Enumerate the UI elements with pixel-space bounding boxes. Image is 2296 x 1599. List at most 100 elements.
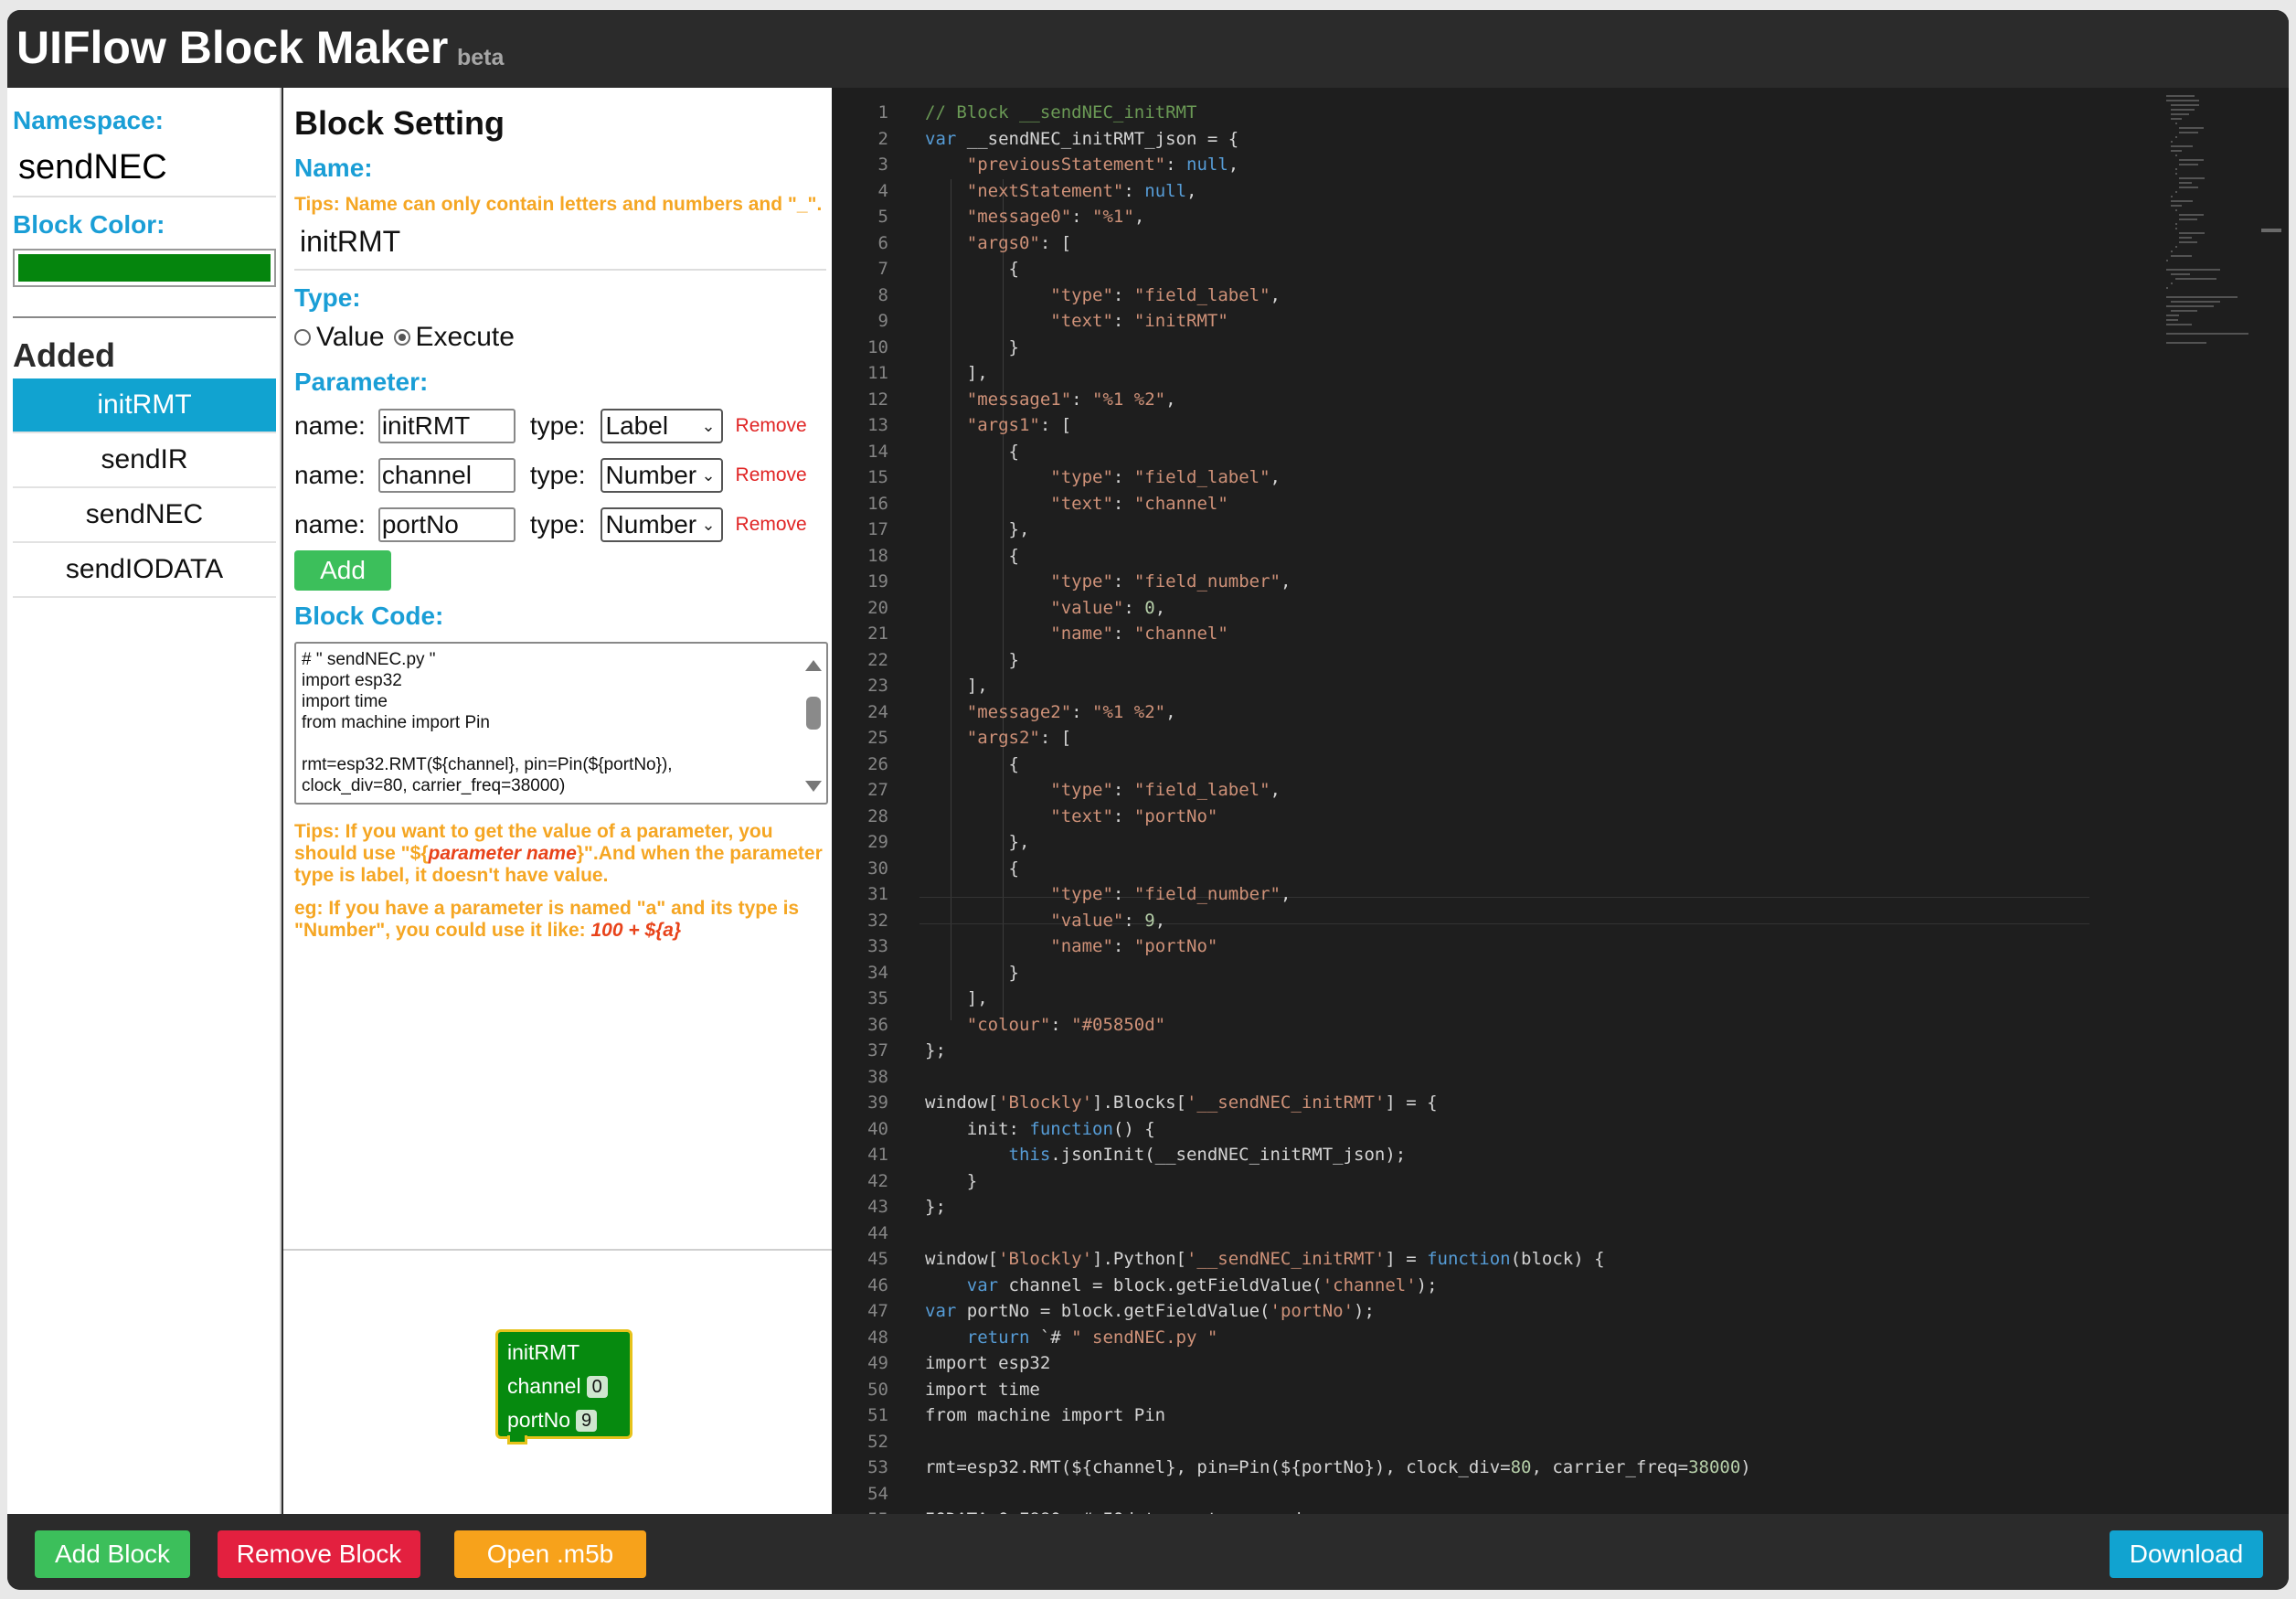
code-line[interactable]: "args1": [ <box>925 412 1751 439</box>
param-name-label: name: <box>294 411 366 440</box>
code-line[interactable]: "type": "field_label", <box>925 282 1751 309</box>
code-line[interactable]: "value": 0, <box>925 595 1751 622</box>
code-line[interactable] <box>925 1221 1751 1247</box>
remove-param-link[interactable]: Remove <box>736 514 807 536</box>
minimap-scroll-indicator[interactable] <box>2261 229 2281 232</box>
code-line[interactable]: window['Blockly'].Blocks['__sendNEC_init… <box>925 1090 1751 1116</box>
code-line[interactable]: } <box>925 335 1751 361</box>
scroll-thumb[interactable] <box>806 697 821 730</box>
code-line[interactable]: "text": "initRMT" <box>925 308 1751 335</box>
code-scrollbar[interactable] <box>804 651 823 797</box>
scroll-down-icon[interactable] <box>805 781 822 792</box>
code-line[interactable]: window['Blockly'].Python['__sendNEC_init… <box>925 1246 1751 1273</box>
param-name-input[interactable] <box>377 409 516 443</box>
code-line[interactable]: "name": "channel" <box>925 621 1751 647</box>
code-line[interactable]: import time <box>925 1377 1751 1403</box>
code-line[interactable]: ], <box>925 360 1751 387</box>
remove-param-link[interactable]: Remove <box>736 415 807 437</box>
block-item-initrmt[interactable]: initRMT <box>13 378 276 433</box>
code-line[interactable]: rmt=esp32.RMT(${channel}, pin=Pin(${port… <box>925 1455 1751 1481</box>
code-line[interactable]: "text": "portNo" <box>925 804 1751 830</box>
code-line[interactable]: "value": 9, <box>925 908 1751 934</box>
remove-param-link[interactable]: Remove <box>736 464 807 486</box>
code-line[interactable]: "message1": "%1 %2", <box>925 387 1751 413</box>
code-line[interactable]: var __sendNEC_initRMT_json = { <box>925 126 1751 153</box>
namespace-input[interactable]: sendNEC <box>18 148 167 187</box>
param-name-input[interactable] <box>377 507 516 542</box>
radio-value[interactable] <box>294 329 311 346</box>
code-editor[interactable]: 1 2 3 4 5 6 7 8 9 10 11 12 13 14 15 16 17 18 19 20 21 22 23 24 2… <box>832 88 2289 1514</box>
scroll-up-icon[interactable] <box>805 660 822 671</box>
code-line[interactable]: "type": "field_number", <box>925 881 1751 908</box>
code-line[interactable]: { <box>925 856 1751 882</box>
code-line[interactable]: }; <box>925 1194 1751 1221</box>
add-parameter-button[interactable]: Add <box>294 550 391 591</box>
code-line[interactable]: "previousStatement": null, <box>925 152 1751 178</box>
code-line[interactable]: "args2": [ <box>925 725 1751 752</box>
param-type-select[interactable]: Number ⌄ <box>600 458 723 493</box>
code-line[interactable]: "colour": "#05850d" <box>925 1012 1751 1039</box>
minimap-line <box>2166 269 2220 271</box>
code-line[interactable]: "text": "channel" <box>925 491 1751 517</box>
code-line[interactable]: } <box>925 1168 1751 1195</box>
param-type-select[interactable]: Number ⌄ <box>600 507 723 542</box>
minimap-line <box>2174 123 2177 124</box>
code-line[interactable]: { <box>925 543 1751 570</box>
code-line[interactable]: return `# " sendNEC.py " <box>925 1325 1751 1351</box>
code-line[interactable]: "nextStatement": null, <box>925 178 1751 205</box>
block-name-input[interactable]: initRMT <box>300 225 400 259</box>
code-line[interactable]: "args0": [ <box>925 230 1751 257</box>
code-line[interactable] <box>925 1429 1751 1455</box>
code-line[interactable]: "name": "portNo" <box>925 933 1751 960</box>
code-line[interactable]: ], <box>925 673 1751 699</box>
code-line[interactable]: "type": "field_number", <box>925 569 1751 595</box>
code-line[interactable]: { <box>925 752 1751 778</box>
download-button[interactable]: Download <box>2110 1530 2263 1578</box>
code-line[interactable]: var portNo = block.getFieldValue('portNo… <box>925 1298 1751 1325</box>
code-line[interactable]: "message0": "%1", <box>925 204 1751 230</box>
code-line[interactable]: "type": "field_label", <box>925 464 1751 491</box>
block-item-sendiodata[interactable]: sendIODATA <box>13 543 276 598</box>
radio-execute[interactable] <box>393 329 410 346</box>
preview-field-value[interactable]: 0 <box>586 1375 608 1398</box>
line-number: 47 <box>867 1301 888 1321</box>
code-line[interactable]: } <box>925 647 1751 674</box>
block-color-picker[interactable] <box>13 249 276 287</box>
code-line[interactable]: { <box>925 256 1751 282</box>
param-type-select[interactable]: Label ⌄ <box>600 409 723 443</box>
code-line[interactable]: import esp32 <box>925 1350 1751 1377</box>
preview-block[interactable]: initRMT channel 0 portNo 9 <box>495 1329 632 1444</box>
code-line[interactable]: "message2": "%1 %2", <box>925 699 1751 726</box>
code-line[interactable]: from machine import Pin <box>925 1402 1751 1429</box>
add-block-button[interactable]: Add Block <box>35 1530 190 1578</box>
code-line[interactable]: this.jsonInit(__sendNEC_initRMT_json); <box>925 1142 1751 1168</box>
code-line[interactable]: }, <box>925 517 1751 543</box>
code-line[interactable]: ], <box>925 986 1751 1012</box>
type-option-execute[interactable]: Execute <box>393 322 515 353</box>
code-line[interactable]: var channel = block.getFieldValue('chann… <box>925 1273 1751 1299</box>
block-item-sendir[interactable]: sendIR <box>13 433 276 488</box>
editor-minimap[interactable] <box>2166 95 2267 552</box>
code-line[interactable]: init: function() { <box>925 1116 1751 1143</box>
code-line[interactable] <box>925 1064 1751 1091</box>
type-radio-group: Value Execute <box>294 322 524 353</box>
code-line[interactable]: }, <box>925 829 1751 856</box>
preview-field-value[interactable]: 9 <box>576 1409 598 1432</box>
code-line[interactable]: IODATA=0xE880 # IOdata customer code <box>925 1507 1751 1514</box>
code-line[interactable]: }; <box>925 1038 1751 1064</box>
remove-block-button[interactable]: Remove Block <box>218 1530 420 1578</box>
block-code-textarea[interactable]: # " sendNEC.py " import esp32 import tim… <box>294 642 828 805</box>
code-content[interactable]: // Block __sendNEC_initRMT var __sendNEC_… <box>925 88 1751 1514</box>
param-name-input[interactable] <box>377 458 516 493</box>
line-number: 19 <box>867 571 888 592</box>
code-line[interactable]: { <box>925 439 1751 465</box>
code-line[interactable]: // Block __sendNEC_initRMT <box>925 100 1751 126</box>
block-item-sendnec[interactable]: sendNEC <box>13 488 276 543</box>
code-line[interactable] <box>925 1481 1751 1508</box>
code-line[interactable]: "type": "field_label", <box>925 777 1751 804</box>
block-setting-panel: Block Setting Name: Tips: Name can only … <box>283 88 832 1514</box>
code-line[interactable]: } <box>925 960 1751 986</box>
open-m5b-button[interactable]: Open .m5b <box>454 1530 646 1578</box>
type-option-value[interactable]: Value <box>294 322 385 353</box>
minimap-line <box>2179 164 2198 165</box>
